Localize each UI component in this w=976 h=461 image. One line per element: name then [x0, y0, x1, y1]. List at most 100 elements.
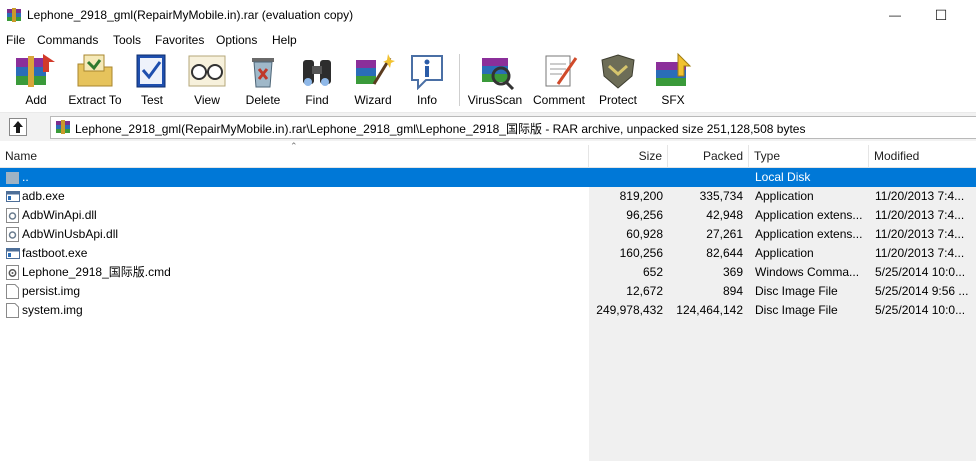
comment-button[interactable]: Comment	[530, 52, 588, 110]
file-modified: 5/25/2014 10:0...	[875, 265, 966, 279]
menu-bar: File Commands Tools Favorites Options He…	[0, 30, 976, 50]
archive-path-text: Lephone_2918_gml(RepairMyMobile.in).rar\…	[75, 122, 806, 136]
extract-folder-icon	[77, 54, 113, 87]
protect-label: Protect	[598, 93, 637, 107]
list-item[interactable]: AdbWinApi.dll 96,256 42,948 Application …	[0, 206, 976, 225]
menu-help[interactable]: Help	[272, 33, 297, 47]
minimize-button[interactable]: —	[872, 0, 918, 30]
sfx-button[interactable]: SFX	[650, 52, 696, 110]
extract-to-button[interactable]: Extract To	[64, 52, 126, 110]
info-button[interactable]: Info	[404, 52, 450, 110]
list-item[interactable]: .. Local Disk	[0, 168, 976, 187]
file-name: Lephone_2918_国际版.cmd	[22, 265, 171, 279]
file-packed: 124,464,142	[676, 303, 743, 317]
file-packed: 335,734	[699, 189, 743, 203]
file-type: Local Disk	[755, 170, 811, 184]
list-item[interactable]: system.img 249,978,432 124,464,142 Disc …	[0, 301, 976, 320]
find-label: Find	[305, 93, 329, 107]
file-size: 652	[642, 265, 663, 279]
extract-to-label: Extract To	[68, 93, 122, 107]
delete-recycle-icon	[252, 58, 274, 88]
column-packed-header[interactable]: Packed	[668, 145, 749, 167]
test-button[interactable]: Test	[128, 52, 176, 110]
file-list-header: Name Size Packed Type Modified	[0, 145, 976, 168]
virusscan-button[interactable]: VirusScan	[466, 52, 524, 110]
find-button[interactable]: Find	[294, 52, 340, 110]
list-item[interactable]: adb.exe 819,200 335,734 Application 11/2…	[0, 187, 976, 206]
column-size-header[interactable]: Size	[589, 145, 668, 167]
test-label: Test	[140, 93, 163, 107]
file-size: 12,672	[626, 284, 663, 298]
file-list: .. Local Disk adb.exe 819,200 335,734 Ap…	[0, 168, 976, 461]
title-bar: Lephone_2918_gml(RepairMyMobile.in).rar …	[0, 0, 976, 30]
file-type: Application extens...	[755, 208, 863, 222]
file-packed: 369	[722, 265, 743, 279]
toolbar: Add Extract To Test View Delete Find Wiz…	[0, 50, 976, 113]
file-type: Disc Image File	[755, 303, 838, 317]
file-modified: 11/20/2013 7:4...	[875, 208, 965, 222]
file-name: adb.exe	[22, 189, 65, 203]
file-packed: 27,261	[706, 227, 743, 241]
cmd-icon	[6, 265, 19, 280]
file-modified: 5/25/2014 10:0...	[875, 303, 966, 317]
maximize-icon: ☐	[934, 6, 948, 23]
view-label: View	[194, 93, 220, 107]
file-type: Application	[755, 189, 814, 203]
column-modified-header[interactable]: Modified	[869, 145, 976, 167]
list-item[interactable]: AdbWinUsbApi.dll 60,928 27,261 Applicati…	[0, 225, 976, 244]
wizard-button[interactable]: Wizard	[349, 52, 397, 110]
delete-button[interactable]: Delete	[240, 52, 286, 110]
file-size: 819,200	[619, 189, 663, 203]
up-folder-icon[interactable]	[9, 118, 27, 136]
find-binoculars-icon	[303, 60, 331, 86]
comment-label: Comment	[532, 93, 585, 107]
file-name: AdbWinUsbApi.dll	[22, 227, 119, 241]
info-label: Info	[416, 93, 437, 107]
sort-up-icon: ⌃	[290, 141, 298, 151]
add-button[interactable]: Add	[10, 52, 62, 110]
add-label: Add	[25, 93, 47, 107]
test-book-icon	[136, 54, 166, 88]
file-modified: 11/20/2013 7:4...	[875, 227, 965, 241]
img-file-icon	[6, 303, 19, 318]
file-type: Application	[755, 246, 814, 260]
view-button[interactable]: View	[183, 52, 231, 110]
file-size: 96,256	[626, 208, 663, 222]
protect-shield-icon	[601, 54, 635, 89]
file-type: Disc Image File	[755, 284, 838, 298]
exe-icon	[6, 248, 20, 259]
delete-label: Delete	[245, 93, 281, 107]
list-item[interactable]: Lephone_2918_国际版.cmd 652 369 Windows Com…	[0, 263, 976, 282]
column-type-header[interactable]: Type	[749, 145, 869, 167]
file-packed: 894	[722, 284, 743, 298]
view-glasses-icon	[188, 55, 226, 87]
menu-file[interactable]: File	[6, 33, 25, 47]
menu-options[interactable]: Options	[216, 33, 257, 47]
file-packed: 42,948	[706, 208, 743, 222]
file-size: 160,256	[619, 246, 663, 260]
winrar-app-icon	[7, 8, 21, 22]
virusscan-label: VirusScan	[467, 93, 523, 107]
file-name: persist.img	[22, 284, 81, 298]
dll-icon	[6, 208, 19, 223]
sfx-box-icon	[656, 52, 692, 86]
file-name: ..	[22, 170, 29, 184]
dll-icon	[6, 227, 19, 242]
minimize-icon: —	[889, 8, 901, 22]
file-size: 249,978,432	[596, 303, 663, 317]
toolbar-separator	[459, 54, 460, 106]
list-item[interactable]: persist.img 12,672 894 Disc Image File 5…	[0, 282, 976, 301]
list-item[interactable]: fastboot.exe 160,256 82,644 Application …	[0, 244, 976, 263]
menu-favorites[interactable]: Favorites	[155, 33, 204, 47]
menu-tools[interactable]: Tools	[113, 33, 141, 47]
info-icon	[411, 55, 443, 90]
sfx-label: SFX	[661, 93, 685, 107]
archive-path-field[interactable]: Lephone_2918_gml(RepairMyMobile.in).rar\…	[50, 116, 976, 139]
file-modified: 11/20/2013 7:4...	[875, 246, 965, 260]
menu-commands[interactable]: Commands	[37, 33, 98, 47]
add-archive-icon	[16, 54, 55, 87]
maximize-button[interactable]: ☐	[918, 0, 964, 30]
file-name: AdbWinApi.dll	[22, 208, 97, 222]
protect-button[interactable]: Protect	[595, 52, 641, 110]
virus-scan-icon	[482, 58, 515, 90]
